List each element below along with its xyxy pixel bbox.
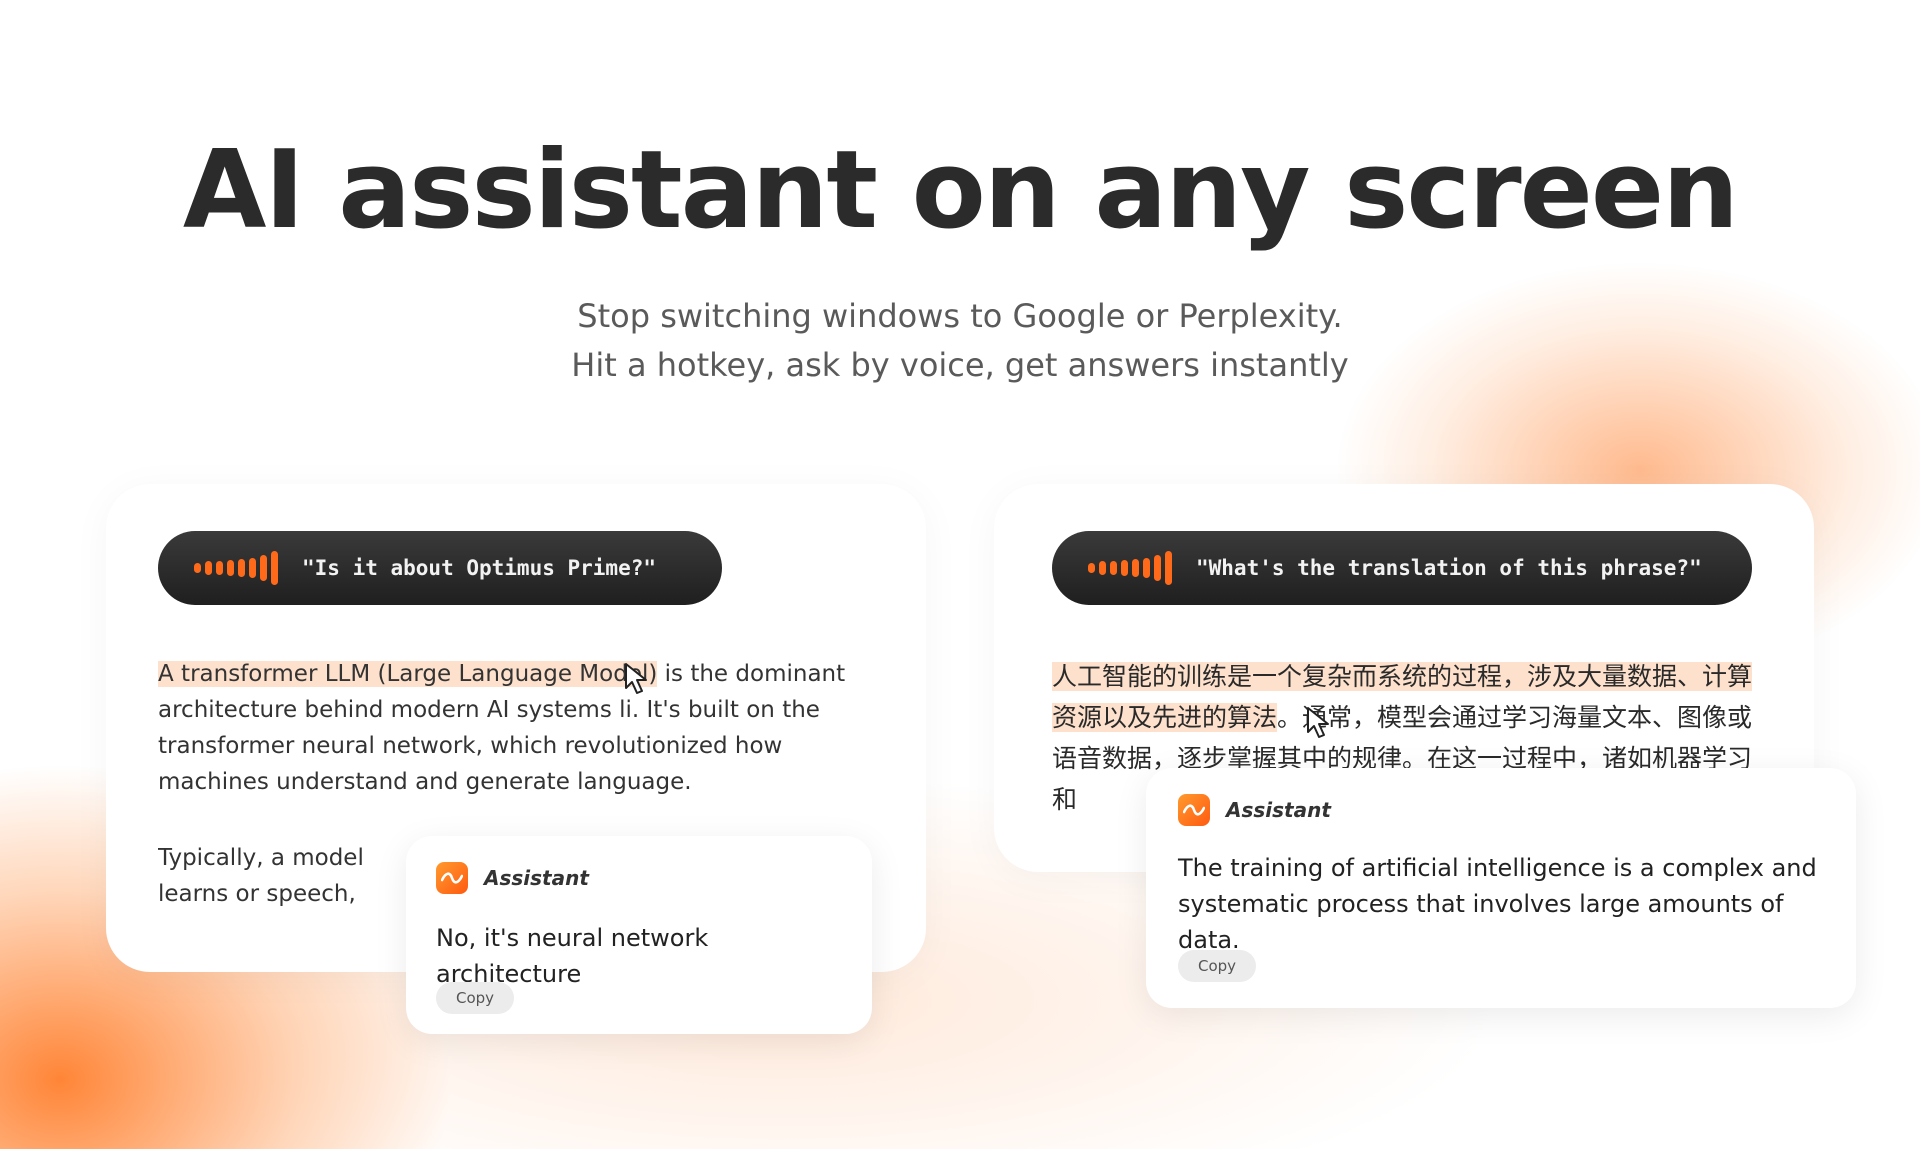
article-paragraph-1: A transformer LLM (Large Language Model)… bbox=[158, 661, 846, 795]
article-paragraph-2: Typically, a model learns or speech, gra… bbox=[158, 845, 364, 907]
assistant-app-icon bbox=[1178, 794, 1210, 826]
voice-query-text: "What's the translation of this phrase?" bbox=[1196, 556, 1702, 580]
copy-button[interactable]: Copy bbox=[436, 982, 515, 1014]
voice-wave-icon bbox=[194, 551, 278, 585]
assistant-name: Assistant bbox=[484, 866, 589, 890]
right-assistant-popup: Assistant The training of artificial int… bbox=[1146, 768, 1856, 1008]
assistant-name: Assistant bbox=[1226, 798, 1331, 822]
highlighted-selection[interactable]: A transformer LLM (Large Language Model) bbox=[158, 661, 658, 687]
assistant-app-icon bbox=[436, 862, 468, 894]
page-subtitle: Stop switching windows to Google or Perp… bbox=[0, 292, 1920, 390]
page-title: AI assistant on any screen bbox=[182, 128, 1739, 253]
voice-query-pill[interactable]: "What's the translation of this phrase?" bbox=[1052, 531, 1752, 605]
mouse-cursor-icon bbox=[1307, 707, 1329, 738]
voice-wave-icon bbox=[1088, 551, 1172, 585]
left-assistant-popup: Assistant No, it's neural network archit… bbox=[406, 836, 872, 1034]
subtitle-line-1: Stop switching windows to Google or Perp… bbox=[577, 297, 1343, 335]
copy-button[interactable]: Copy bbox=[1178, 950, 1257, 982]
subtitle-line-2: Hit a hotkey, ask by voice, get answers … bbox=[571, 346, 1349, 384]
voice-query-pill[interactable]: "Is it about Optimus Prime?" bbox=[158, 531, 722, 605]
assistant-answer: The training of artificial intelligence … bbox=[1178, 854, 1817, 954]
voice-query-text: "Is it about Optimus Prime?" bbox=[302, 556, 657, 580]
mouse-cursor-icon bbox=[625, 663, 647, 694]
